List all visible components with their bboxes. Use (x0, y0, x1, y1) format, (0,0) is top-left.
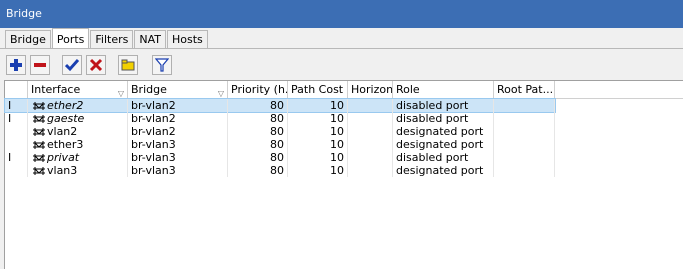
table-header: Interface▽ Bridge▽ Priority (h... Path C… (5, 81, 683, 99)
column-horizon[interactable]: Horizon (348, 81, 393, 98)
row-flag: I (5, 151, 28, 164)
row-flag (5, 125, 28, 138)
row-path-cost: 10 (288, 125, 348, 138)
row-flag: I (5, 99, 28, 112)
filter-button[interactable] (152, 55, 172, 75)
tab-divider (0, 48, 683, 49)
column-bridge[interactable]: Bridge ▽ (128, 81, 228, 98)
row-role: designated port (393, 164, 494, 177)
column-role[interactable]: Role (393, 81, 494, 98)
tab-nat[interactable]: NAT (134, 30, 167, 49)
row-role: designated port (393, 138, 494, 151)
tab-bar: Bridge Ports Filters NAT Hosts (5, 28, 209, 49)
comment-button[interactable] (118, 55, 138, 75)
row-horizon (348, 112, 393, 125)
comment-icon (121, 59, 135, 71)
row-priority: 80 (228, 151, 288, 164)
sort-icon: ▽ (117, 89, 124, 98)
row-bridge: br-vlan2 (128, 112, 228, 125)
table-row[interactable]: vlan2 br-vlan2 80 10 designated port (5, 125, 555, 138)
table-row[interactable]: ether3 br-vlan3 80 10 designated port (5, 138, 555, 151)
row-horizon (348, 164, 393, 177)
row-path-cost: 10 (288, 138, 348, 151)
flag-column-header[interactable] (5, 81, 28, 98)
row-bridge: br-vlan2 (128, 125, 228, 138)
row-path-cost: 10 (288, 112, 348, 125)
tab-bridge[interactable]: Bridge (5, 30, 51, 49)
row-horizon (348, 151, 393, 164)
row-root-path (494, 164, 555, 177)
interface-icon (33, 140, 45, 149)
column-priority[interactable]: Priority (h... (228, 81, 288, 98)
interface-icon (33, 153, 45, 162)
row-path-cost: 10 (288, 164, 348, 177)
interface-icon (33, 114, 45, 123)
row-role: designated port (393, 125, 494, 138)
row-path-cost: 10 (288, 151, 348, 164)
interface-icon (33, 127, 45, 136)
column-path-cost[interactable]: Path Cost (288, 81, 348, 98)
row-bridge: br-vlan2 (128, 99, 228, 112)
row-flag (5, 164, 28, 177)
minus-icon (34, 63, 46, 67)
row-root-path (494, 112, 555, 125)
row-flag (5, 138, 28, 151)
row-interface: vlan2 (28, 125, 128, 138)
row-priority: 80 (228, 125, 288, 138)
row-root-path (494, 138, 555, 151)
tab-hosts[interactable]: Hosts (167, 30, 208, 49)
plus-icon (10, 59, 22, 71)
interface-icon (33, 166, 45, 175)
interface-icon (33, 101, 45, 110)
window-title: Bridge (0, 0, 683, 28)
disable-button[interactable] (86, 55, 106, 75)
row-priority: 80 (228, 138, 288, 151)
sort-icon: ▽ (217, 89, 224, 98)
row-bridge: br-vlan3 (128, 138, 228, 151)
row-interface: privat (28, 151, 128, 164)
add-button[interactable] (6, 55, 26, 75)
row-interface: gaeste (28, 112, 128, 125)
row-priority: 80 (228, 112, 288, 125)
row-horizon (348, 125, 393, 138)
tab-filters[interactable]: Filters (90, 30, 134, 49)
x-icon (89, 58, 103, 72)
row-path-cost: 10 (288, 99, 348, 112)
row-bridge: br-vlan3 (128, 151, 228, 164)
row-root-path (494, 151, 555, 164)
filter-icon (155, 58, 169, 72)
table-row[interactable]: vlan3 br-vlan3 80 10 designated port (5, 164, 555, 177)
row-horizon (348, 99, 393, 112)
row-role: disabled port (393, 99, 494, 112)
row-interface: vlan3 (28, 164, 128, 177)
enable-button[interactable] (62, 55, 82, 75)
row-horizon (348, 138, 393, 151)
row-root-path (494, 99, 555, 112)
tab-ports[interactable]: Ports (51, 28, 90, 49)
row-flag: I (5, 112, 28, 125)
check-icon (65, 59, 79, 72)
row-priority: 80 (228, 164, 288, 177)
table-row[interactable]: Igaeste br-vlan2 80 10 disabled port (5, 112, 555, 125)
ports-table: Interface▽ Bridge▽ Priority (h... Path C… (4, 80, 683, 269)
row-bridge: br-vlan3 (128, 164, 228, 177)
row-priority: 80 (228, 99, 288, 112)
table-row[interactable]: Iprivat br-vlan3 80 10 disabled port (5, 151, 555, 164)
row-root-path (494, 125, 555, 138)
row-role: disabled port (393, 112, 494, 125)
row-role: disabled port (393, 151, 494, 164)
table-row[interactable]: Iether2 br-vlan2 80 10 disabled port (4, 98, 556, 113)
row-interface: ether2 (28, 99, 128, 112)
column-interface[interactable]: Interface ▽ (28, 81, 128, 98)
remove-button[interactable] (30, 55, 50, 75)
column-root-path[interactable]: Root Pat... (494, 81, 555, 98)
row-interface: ether3 (28, 138, 128, 151)
